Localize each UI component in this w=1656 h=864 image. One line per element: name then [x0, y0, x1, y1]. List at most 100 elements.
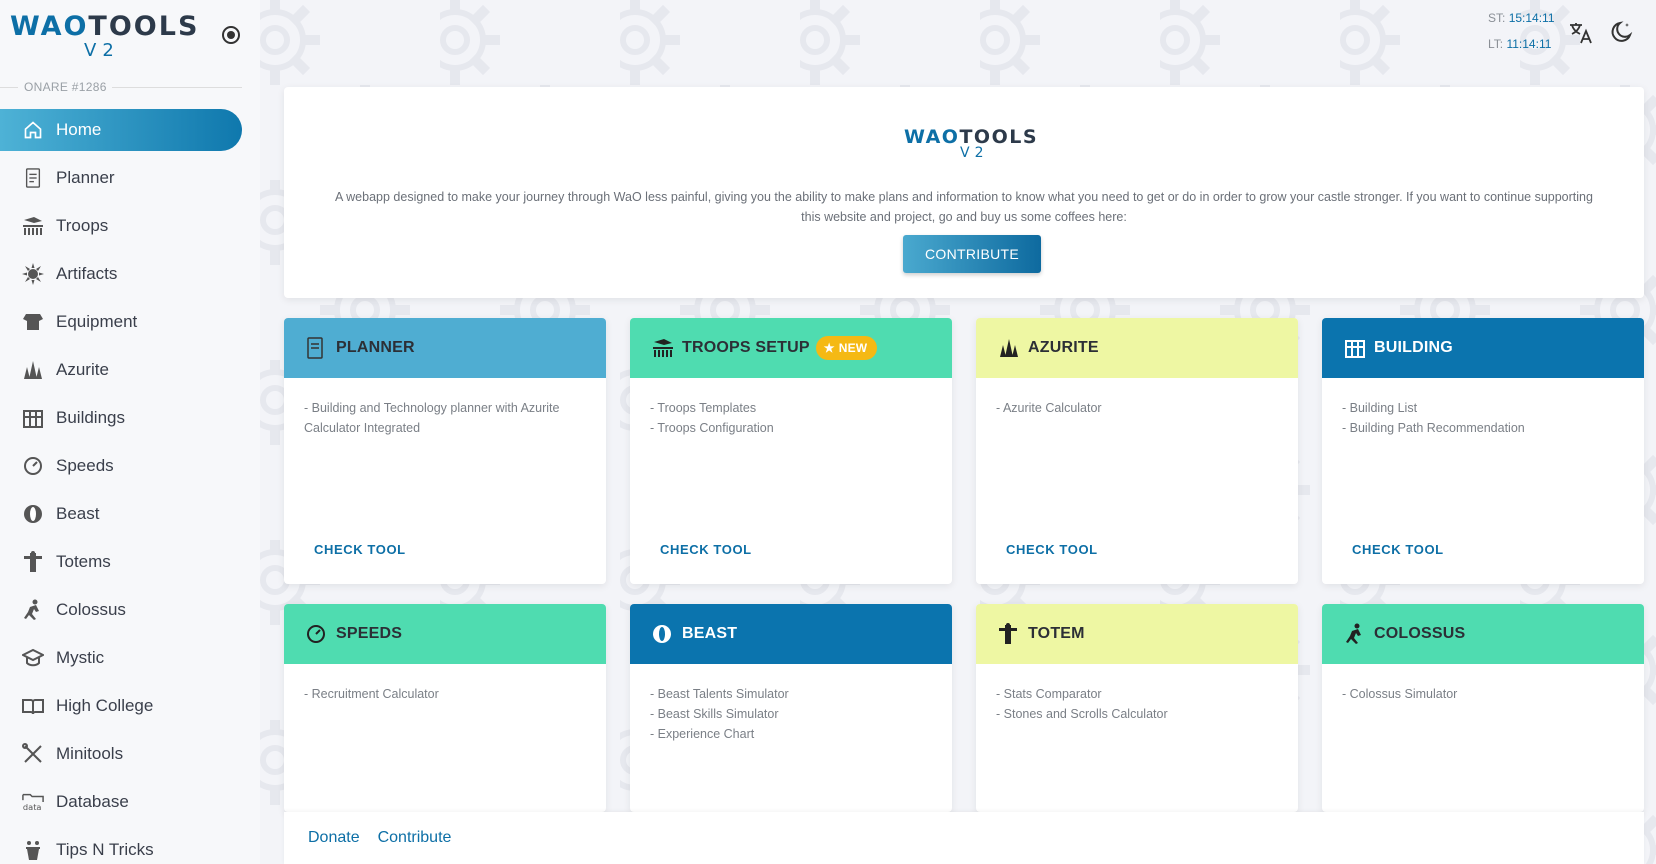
card-title: TROOPS SETUP [682, 339, 810, 356]
sidebar-item-beast[interactable]: Beast [0, 493, 242, 535]
buildings-icon [1344, 337, 1366, 359]
sidebar-item-label: Minitools [56, 744, 124, 763]
check-tool-link[interactable]: CHECK TOOL [1352, 542, 1444, 557]
sidebar-item-label: Equipment [56, 312, 138, 331]
card-feature-line: - Azurite Calculator [996, 401, 1102, 415]
hero-logo-wao: WAO [904, 126, 960, 148]
card-title: SPEEDS [336, 625, 403, 642]
speeds-icon [22, 455, 44, 477]
sidebar-item-label: Troops [56, 216, 109, 235]
card-title: BUILDING [1374, 339, 1453, 356]
sidebar-item-home[interactable]: Home [0, 109, 242, 151]
card-description: - Building and Technology planner with A… [284, 378, 606, 438]
sidebar-item-label: High College [56, 696, 154, 715]
card-title: AZURITE [1028, 339, 1099, 356]
sidebar-item-label: Colossus [56, 600, 126, 619]
card-header: BEAST [630, 604, 952, 664]
sidebar-item-speeds[interactable]: Speeds [0, 445, 242, 487]
tool-card-building: BUILDING - Building List - Building Path R… [1322, 318, 1644, 584]
colossus-icon [22, 599, 44, 621]
sidebar-item-label: Speeds [56, 456, 114, 475]
card-title: TOTEM [1028, 625, 1085, 642]
database-icon: data [22, 791, 44, 813]
totems-icon [22, 551, 44, 573]
sidebar-item-label: Tips N Tricks [56, 840, 154, 859]
card-header: AZURITE [976, 318, 1298, 378]
sidebar-item-totems[interactable]: Totems [0, 541, 242, 583]
sidebar-item-tips[interactable]: Tips N Tricks [0, 829, 242, 864]
footer: Donate Contribute [284, 812, 1644, 864]
lt-label: LT: [1488, 37, 1504, 51]
st-label: ST: [1488, 11, 1506, 25]
new-badge: ★ NEW [815, 336, 878, 360]
brand-logo[interactable]: WAOTOOLS V2 [10, 12, 200, 62]
sidebar-item-equipment[interactable]: Equipment [0, 301, 242, 343]
tips-icon [22, 839, 44, 861]
tool-card-planner: PLANNER - Building and Technology planner… [284, 318, 606, 584]
azurite-icon [22, 359, 44, 381]
contribute-link[interactable]: Contribute [378, 829, 452, 847]
dark-mode-icon[interactable] [1610, 20, 1636, 46]
high-college-icon [22, 695, 44, 717]
sidebar-item-label: Planner [56, 168, 115, 187]
sidebar-item-buildings[interactable]: Buildings [0, 397, 242, 439]
card-description: - Azurite Calculator [976, 378, 1298, 418]
card-feature-line: - Troops Templates [650, 401, 757, 415]
card-feature-line: - Troops Configuration [650, 421, 774, 435]
sidebar-item-minitools[interactable]: Minitools [0, 733, 242, 775]
card-feature-line: - Building Path Recommendation [1342, 421, 1525, 435]
badge-label: NEW [838, 341, 868, 355]
sidebar-item-mystic[interactable]: Mystic [0, 637, 242, 679]
azurite-icon [998, 337, 1020, 359]
beast-icon [652, 623, 674, 645]
donate-link[interactable]: Donate [308, 829, 360, 847]
card-description: - Building List - Building Path Recommend… [1322, 378, 1644, 438]
contribute-button[interactable]: CONTRIBUTE [903, 235, 1041, 273]
tool-card-troops-setup: TROOPS SETUP ★ NEW - Troops Templates - Troo… [630, 318, 952, 584]
hero-description: A webapp designed to make your journey t… [335, 190, 1593, 224]
card-description: - Troops Templates - Troops Configuration [630, 378, 952, 438]
card-description: - Beast Talents Simulator - Beast Skills … [630, 664, 952, 744]
minitools-icon [22, 743, 44, 765]
card-header: COLOSSUS [1322, 604, 1644, 664]
tool-card-beast: BEAST - Beast Talents Simulator - Beast Sk… [630, 604, 952, 812]
sidebar-collapse-toggle[interactable] [222, 26, 240, 44]
translate-icon[interactable] [1568, 20, 1594, 46]
card-header: TOTEM [976, 604, 1298, 664]
sidebar-item-planner[interactable]: Planner [0, 157, 242, 199]
sidebar-item-label: Mystic [56, 648, 105, 667]
totems-icon [998, 623, 1020, 645]
hero-card: WAOTOOLS V2 A webapp designed to make yo… [284, 87, 1644, 298]
card-feature-line: - Recruitment Calculator [304, 687, 439, 701]
sidebar-nav: Home Planner Troops Artifacts Equipment … [0, 109, 244, 864]
sidebar: WAOTOOLS V2 ONARE #1286 Home Planner Tro… [0, 0, 260, 864]
troops-icon [652, 337, 674, 359]
sidebar-item-high-college[interactable]: High College [0, 685, 242, 727]
sidebar-item-database[interactable]: data Database [0, 781, 242, 823]
logo-wao: WAO [10, 11, 89, 42]
logo-tools: TOOLS [88, 11, 200, 42]
tool-card-azurite: AZURITE - Azurite Calculator CHECK TOOL [976, 318, 1298, 584]
lt-value: 11:14:11 [1506, 37, 1552, 51]
check-tool-link[interactable]: CHECK TOOL [1006, 542, 1098, 557]
buildings-icon [22, 407, 44, 429]
check-tool-link[interactable]: CHECK TOOL [660, 542, 752, 557]
sidebar-item-colossus[interactable]: Colossus [0, 589, 242, 631]
sidebar-item-azurite[interactable]: Azurite [0, 349, 242, 391]
sidebar-item-troops[interactable]: Troops [0, 205, 242, 247]
card-feature-line: - Stones and Scrolls Calculator [996, 707, 1168, 721]
check-tool-link[interactable]: CHECK TOOL [314, 542, 406, 557]
mystic-icon [22, 647, 44, 669]
card-feature-line: - Beast Talents Simulator [650, 687, 789, 701]
hero-logo: WAOTOOLS V2 [904, 127, 1044, 167]
card-title: BEAST [682, 625, 738, 642]
planner-icon [306, 337, 328, 359]
sidebar-item-label: Beast [56, 504, 100, 523]
sidebar-item-label: Database [56, 792, 129, 811]
star-icon: ★ [823, 341, 835, 355]
sidebar-item-label: Artifacts [56, 264, 118, 283]
card-description: - Recruitment Calculator [284, 664, 606, 704]
sidebar-item-artifacts[interactable]: Artifacts [0, 253, 242, 295]
card-description: - Stats Comparator - Stones and Scrolls C… [976, 664, 1298, 724]
card-header: PLANNER [284, 318, 606, 378]
